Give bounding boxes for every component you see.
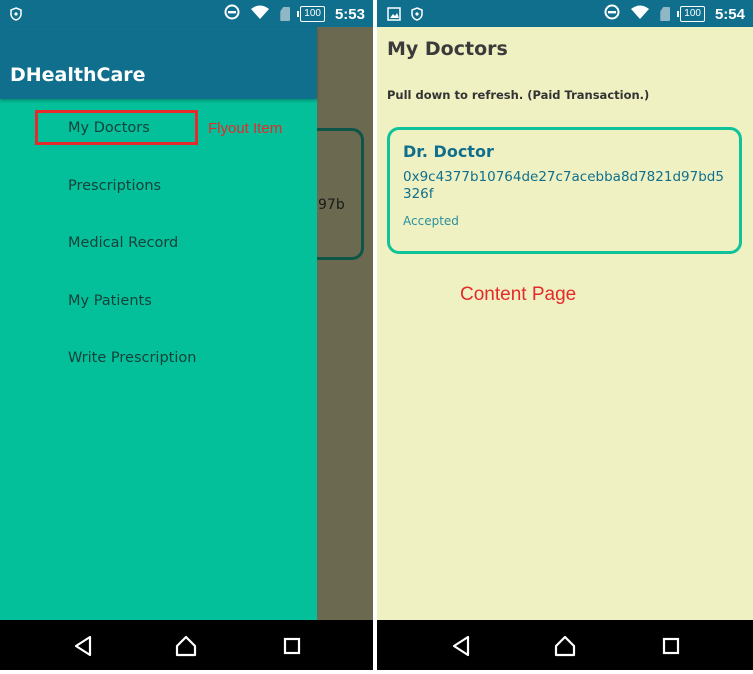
status-bar: 100 5:53 — [0, 0, 373, 27]
dnd-icon — [604, 4, 620, 24]
doctor-name: Dr. Doctor — [403, 142, 494, 161]
page-title: My Doctors — [387, 38, 508, 60]
battery-icon: 100 — [677, 6, 705, 22]
right-phone-screen: 100 5:54 My Doctors Pull down to refresh… — [377, 0, 753, 670]
shield-icon — [10, 6, 22, 25]
status-bar: 100 5:54 — [377, 0, 753, 27]
home-icon[interactable] — [553, 634, 577, 658]
recents-icon[interactable] — [281, 634, 305, 658]
flyout-item-my-patients[interactable]: My Patients — [68, 293, 152, 309]
navigation-bar — [377, 620, 753, 670]
left-phone-screen: 97b 100 5:53 DHealthCare My Doctors Pres… — [0, 0, 373, 670]
navigation-bar — [0, 620, 373, 670]
drawer-title: DHealthCare — [10, 64, 146, 86]
refresh-hint: Pull down to refresh. (Paid Transaction.… — [387, 88, 650, 102]
recents-icon[interactable] — [660, 634, 684, 658]
dnd-icon — [224, 4, 240, 24]
battery-icon: 100 — [297, 6, 325, 22]
annotation-content-page: Content Page — [460, 284, 577, 305]
status-time: 5:53 — [334, 5, 365, 23]
flyout-item-write-prescription[interactable]: Write Prescription — [68, 350, 196, 366]
annotation-highlight-box — [35, 110, 198, 145]
flyout-item-prescriptions[interactable]: Prescriptions — [68, 178, 161, 194]
sim-icon — [660, 7, 671, 21]
wifi-icon — [630, 4, 650, 24]
doctor-address: 0x9c4377b10764de27c7acebba8d7821d97bd532… — [403, 169, 724, 202]
drawer-header — [0, 27, 317, 99]
shield-icon — [411, 6, 423, 25]
doctor-card[interactable]: Dr. Doctor 0x9c4377b10764de27c7acebba8d7… — [387, 127, 742, 254]
back-icon[interactable] — [450, 634, 474, 658]
doctor-status: Accepted — [403, 214, 459, 228]
annotation-flyout-item: Flyout Item — [208, 120, 283, 137]
sim-icon — [280, 7, 291, 21]
back-icon[interactable] — [72, 634, 96, 658]
flyout-item-medical-record[interactable]: Medical Record — [68, 235, 178, 251]
wifi-icon — [250, 4, 270, 24]
home-icon[interactable] — [174, 634, 198, 658]
behind-card-text: 97b — [318, 197, 345, 213]
status-time: 5:54 — [714, 5, 745, 23]
image-icon — [387, 6, 401, 25]
